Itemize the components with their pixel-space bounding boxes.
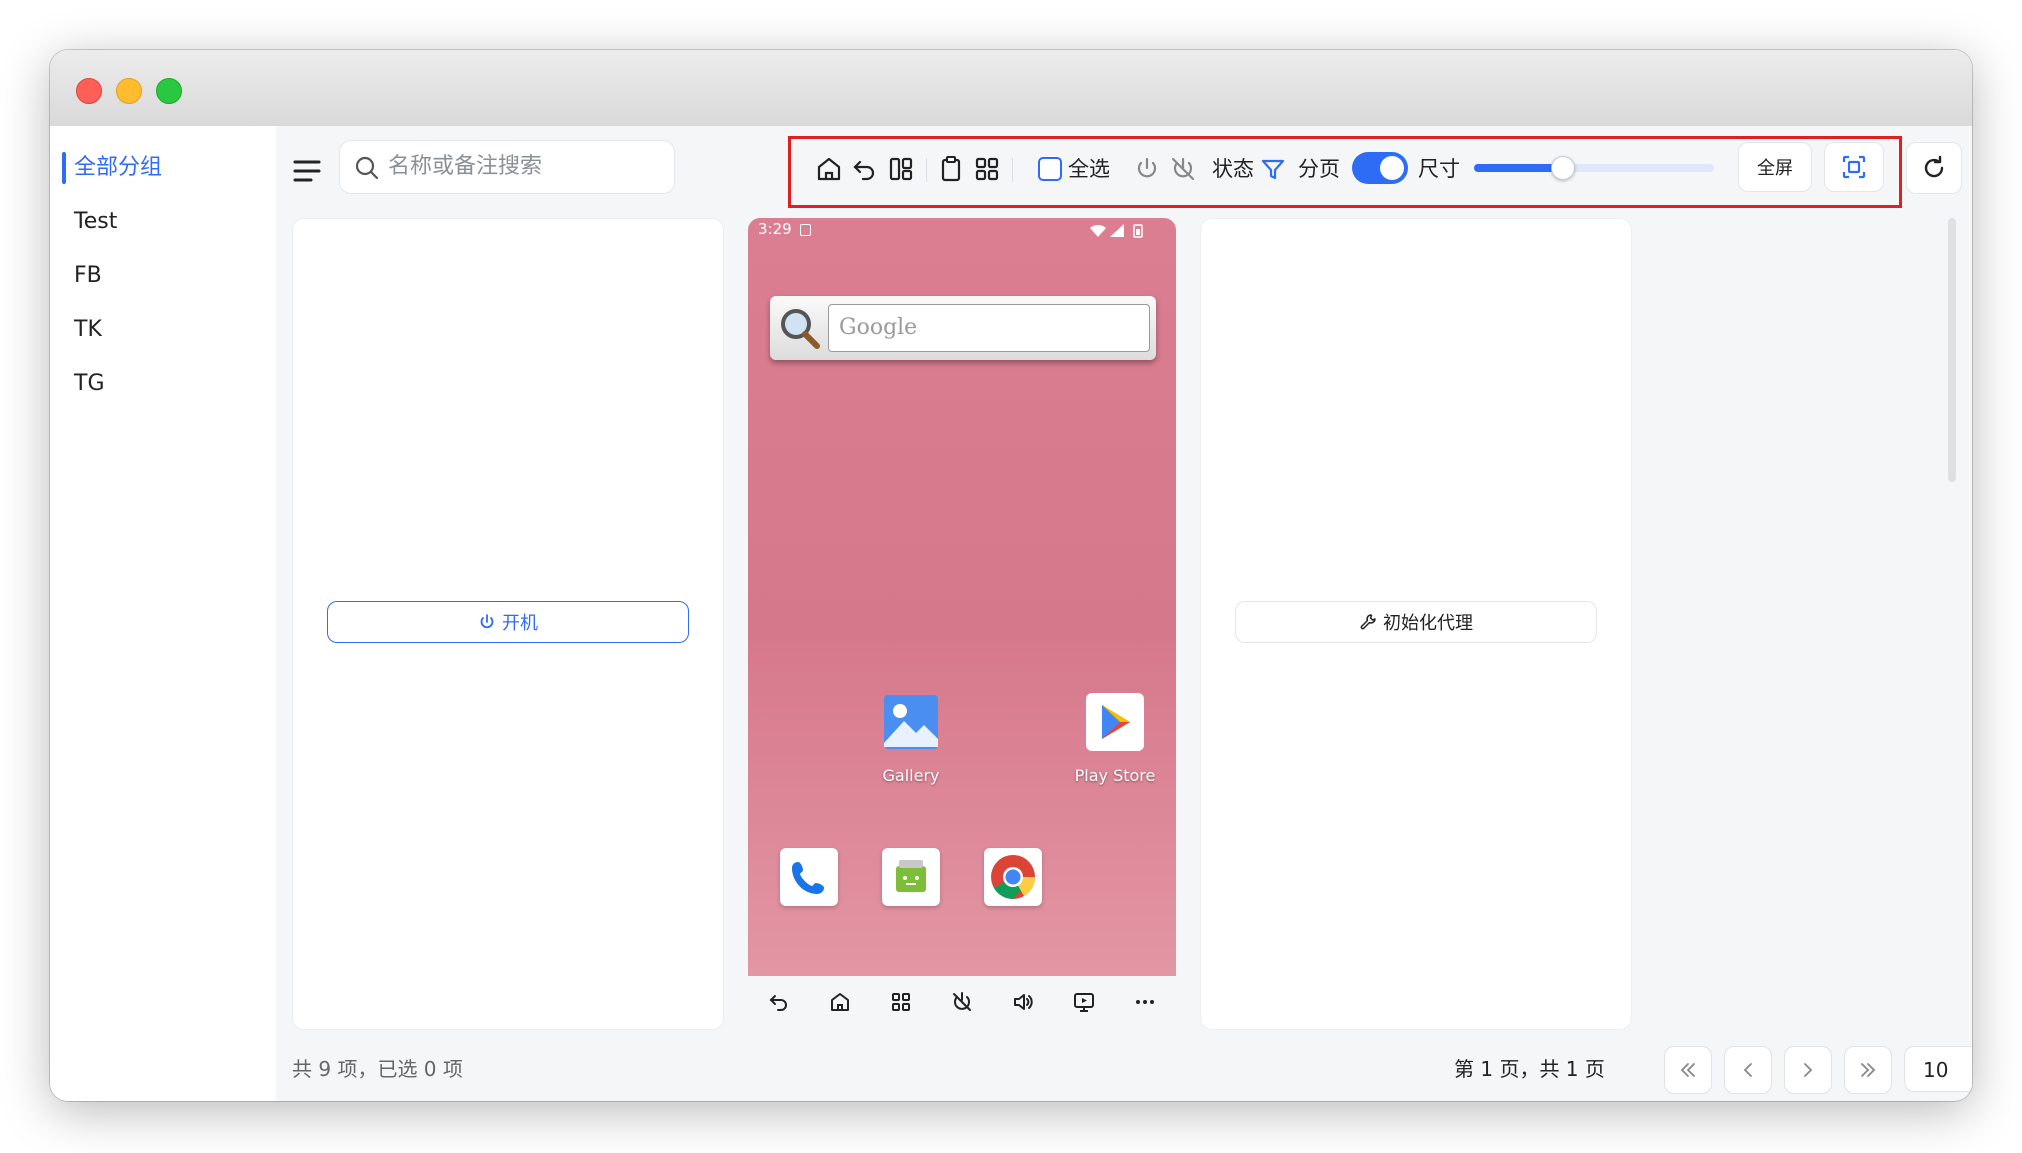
power-icon [480, 614, 494, 629]
status-time: 3:29 [758, 220, 792, 238]
double-chevron-right-icon [1861, 1063, 1876, 1077]
menu-icon[interactable] [292, 156, 322, 186]
sidebar-item-tk[interactable]: TK [74, 310, 102, 350]
screen-off-icon[interactable] [950, 990, 974, 1014]
toggle-knob [1380, 156, 1404, 180]
sidebar-item-fb[interactable]: FB [74, 256, 102, 296]
sidebar-item-all-groups[interactable]: 全部分组 [74, 148, 162, 188]
size-slider[interactable] [1474, 156, 1714, 180]
toolbar-divider [926, 158, 927, 182]
back-icon[interactable] [767, 990, 791, 1014]
select-all-checkbox[interactable] [1038, 157, 1062, 181]
layout-icon[interactable] [886, 154, 916, 184]
gallery-icon[interactable] [882, 693, 940, 751]
play-store-icon[interactable] [1086, 693, 1144, 751]
paging-toggle[interactable] [1352, 152, 1408, 184]
chevron-right-icon [1804, 1063, 1813, 1077]
notification-icon [800, 224, 811, 236]
device-card-3: 初始化代理 [1200, 218, 1632, 1030]
page-info: 第 1 页，共 1 页 [1454, 1057, 1605, 1081]
back-icon[interactable] [850, 154, 880, 184]
device-card-1: 开机 [292, 218, 724, 1030]
sidebar-item-test[interactable]: Test [74, 202, 117, 242]
scan-button[interactable] [1824, 142, 1884, 192]
main-area: 名称或备注搜索 全选 状态 分页 尺寸 全屏 开机 3:29 Google Ga… [276, 126, 1972, 1101]
scrollbar-thumb[interactable] [1948, 218, 1956, 482]
app-label: Gallery [882, 766, 940, 785]
power-on-label: 开机 [502, 613, 538, 634]
device-card-2[interactable]: 3:29 Google Gallery Play Store [748, 218, 1176, 1028]
volume-icon[interactable] [1011, 990, 1035, 1014]
scan-icon [1842, 155, 1866, 179]
home-icon[interactable] [814, 154, 844, 184]
grid-icon[interactable] [972, 154, 1002, 184]
sidebar: 全部分组 Test FB TK TG [50, 126, 276, 1101]
zoom-window-button[interactable] [156, 78, 182, 104]
refresh-icon [1924, 155, 1944, 178]
phone-screen[interactable]: 3:29 Google Gallery Play Store [748, 218, 1176, 976]
wrench-icon [1360, 614, 1376, 630]
power-icon[interactable] [1132, 154, 1162, 184]
status-icons [1088, 222, 1148, 238]
phone-icon[interactable] [780, 848, 838, 906]
google-search-widget[interactable]: Google [770, 296, 1156, 360]
page-size-select[interactable]: 10 [1904, 1046, 1972, 1092]
paging-label: 分页 [1298, 157, 1340, 181]
messaging-icon[interactable] [882, 848, 940, 906]
select-all-label[interactable]: 全选 [1068, 154, 1110, 184]
size-label: 尺寸 [1418, 157, 1460, 181]
init-proxy-label: 初始化代理 [1383, 613, 1473, 634]
app-window: 全部分组 Test FB TK TG 名称或备注搜索 全选 状态 分页 尺寸 全… [50, 50, 1972, 1101]
last-page-button[interactable] [1844, 1046, 1892, 1094]
app-label: Play Store [1074, 766, 1156, 785]
chevron-left-icon [1743, 1063, 1752, 1077]
title-bar [50, 50, 1972, 127]
clipboard-icon[interactable] [936, 154, 966, 184]
status-filter-label[interactable]: 状态 [1212, 154, 1254, 184]
more-icon[interactable] [1133, 990, 1157, 1014]
refresh-button[interactable] [1906, 142, 1962, 194]
search-icon [354, 155, 380, 181]
fullscreen-button[interactable]: 全屏 [1738, 142, 1812, 192]
active-indicator [62, 152, 66, 184]
magnifier-icon [778, 306, 822, 350]
search-input[interactable]: 名称或备注搜索 [388, 151, 542, 183]
double-chevron-left-icon [1680, 1063, 1695, 1077]
google-search-input[interactable]: Google [828, 304, 1150, 352]
phone-control-bar [748, 976, 1176, 1028]
apps-grid-icon[interactable] [889, 990, 913, 1014]
page-size-value: 10 [1923, 1058, 1949, 1082]
sidebar-item-tg[interactable]: TG [74, 364, 105, 404]
size-slider-handle[interactable] [1550, 156, 1575, 180]
power-on-button[interactable]: 开机 [327, 601, 689, 643]
search-box[interactable]: 名称或备注搜索 [339, 140, 675, 194]
next-page-button[interactable] [1784, 1046, 1832, 1094]
power-off-icon[interactable] [1168, 154, 1198, 184]
screenshot-icon[interactable] [1072, 990, 1096, 1014]
size-slider-fill [1474, 164, 1563, 172]
close-window-button[interactable] [76, 78, 102, 104]
toolbar-divider [1012, 158, 1013, 182]
chrome-icon[interactable] [984, 848, 1042, 906]
minimize-window-button[interactable] [116, 78, 142, 104]
init-proxy-button[interactable]: 初始化代理 [1235, 601, 1597, 643]
prev-page-button[interactable] [1724, 1046, 1772, 1094]
filter-icon[interactable] [1258, 154, 1288, 184]
home-icon[interactable] [828, 990, 852, 1014]
selection-summary: 共 9 项，已选 0 项 [292, 1057, 463, 1081]
first-page-button[interactable] [1664, 1046, 1712, 1094]
